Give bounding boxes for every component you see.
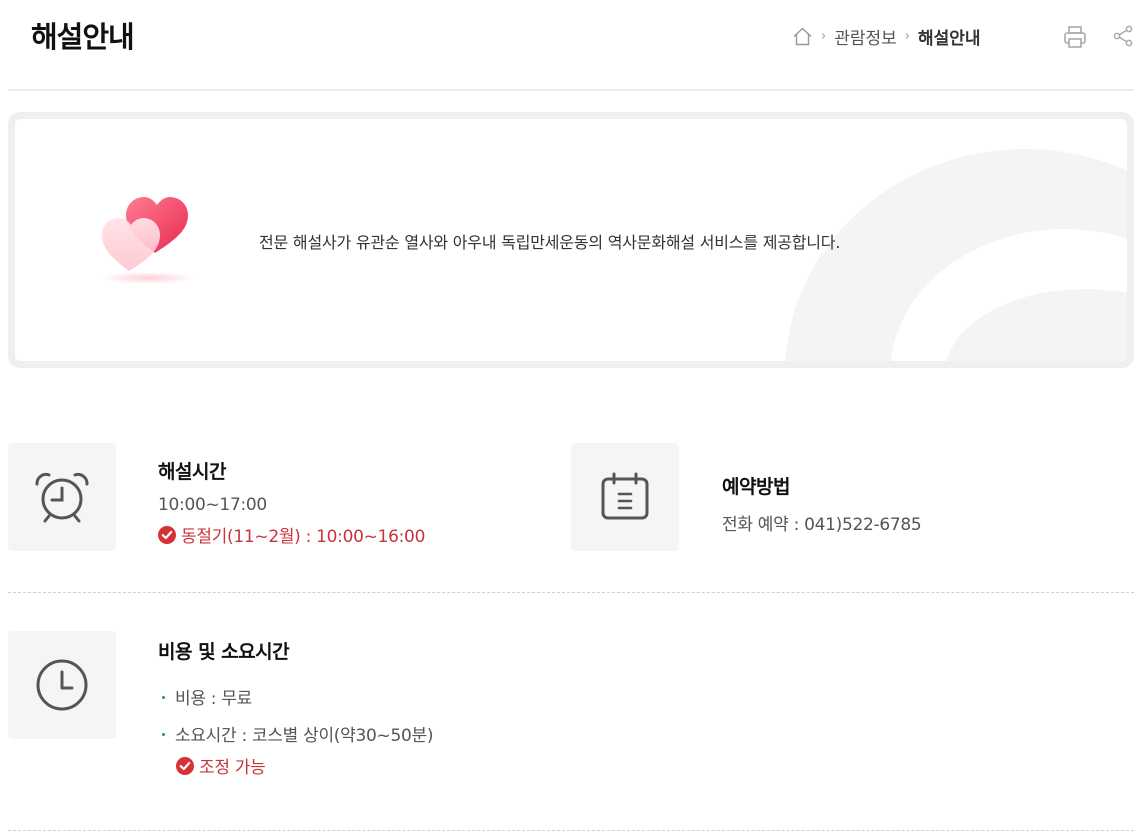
page-title: 해설안내: [31, 20, 135, 54]
cost-adjustable-note-text: 조정 가능: [199, 758, 266, 778]
share-icon: [1113, 25, 1133, 47]
print-icon: [1064, 26, 1086, 48]
share-button[interactable]: [1112, 25, 1134, 47]
clock-icon: [36, 659, 88, 711]
breadcrumb-separator-icon: ›: [821, 29, 827, 44]
reservation-phone: 전화 예약 : 041)522-6785: [722, 515, 922, 535]
cost-duration-item: 소요시간 : 코스별 상이(약30~50분): [162, 721, 433, 746]
header-divider: [8, 89, 1134, 91]
cost-heading: 비용 및 소요시간: [158, 641, 290, 663]
hearts-icon: [100, 197, 196, 284]
hours-icon-tile: [8, 443, 116, 551]
cost-duration-text: 소요시간 : 코스별 상이(약30~50분): [175, 726, 434, 746]
calendar-icon: [601, 472, 649, 520]
hours-heading: 해설시간: [158, 461, 226, 483]
check-icon: [176, 756, 194, 775]
print-button[interactable]: [1062, 24, 1088, 50]
reservation-heading: 예약방법: [722, 476, 790, 498]
bullet-icon: [162, 695, 165, 699]
cost-fee-text: 비용 : 무료: [175, 689, 252, 709]
reservation-icon-tile: [571, 443, 679, 551]
cost-icon-tile: [8, 631, 116, 739]
breadcrumb-item-current[interactable]: 해설안내: [918, 24, 981, 49]
check-icon: [158, 525, 176, 544]
breadcrumb-item-tour-info[interactable]: 관람정보: [834, 24, 897, 49]
alarm-clock-icon: [35, 473, 89, 523]
intro-description: 전문 해설사가 유관순 열사와 아우내 독립만세운동의 역사문화해설 서비스를 …: [259, 233, 841, 252]
home-icon[interactable]: [792, 26, 813, 47]
cost-fee-item: 비용 : 무료: [162, 684, 252, 709]
section-divider: [8, 830, 1134, 831]
hours-winter-note-text: 동절기(11~2월) : 10:00~16:00: [181, 527, 426, 547]
hours-time: 10:00~17:00: [158, 495, 267, 515]
breadcrumb-separator-icon: ›: [904, 29, 910, 44]
section-divider: [8, 592, 1134, 593]
breadcrumb: › 관람정보 › 해설안내: [792, 24, 981, 49]
hours-winter-note: 동절기(11~2월) : 10:00~16:00: [158, 522, 425, 547]
bullet-icon: [162, 732, 165, 736]
intro-box: 전문 해설사가 유관순 열사와 아우내 독립만세운동의 역사문화해설 서비스를 …: [8, 112, 1134, 368]
cost-adjustable-note: 조정 가능: [176, 753, 266, 778]
